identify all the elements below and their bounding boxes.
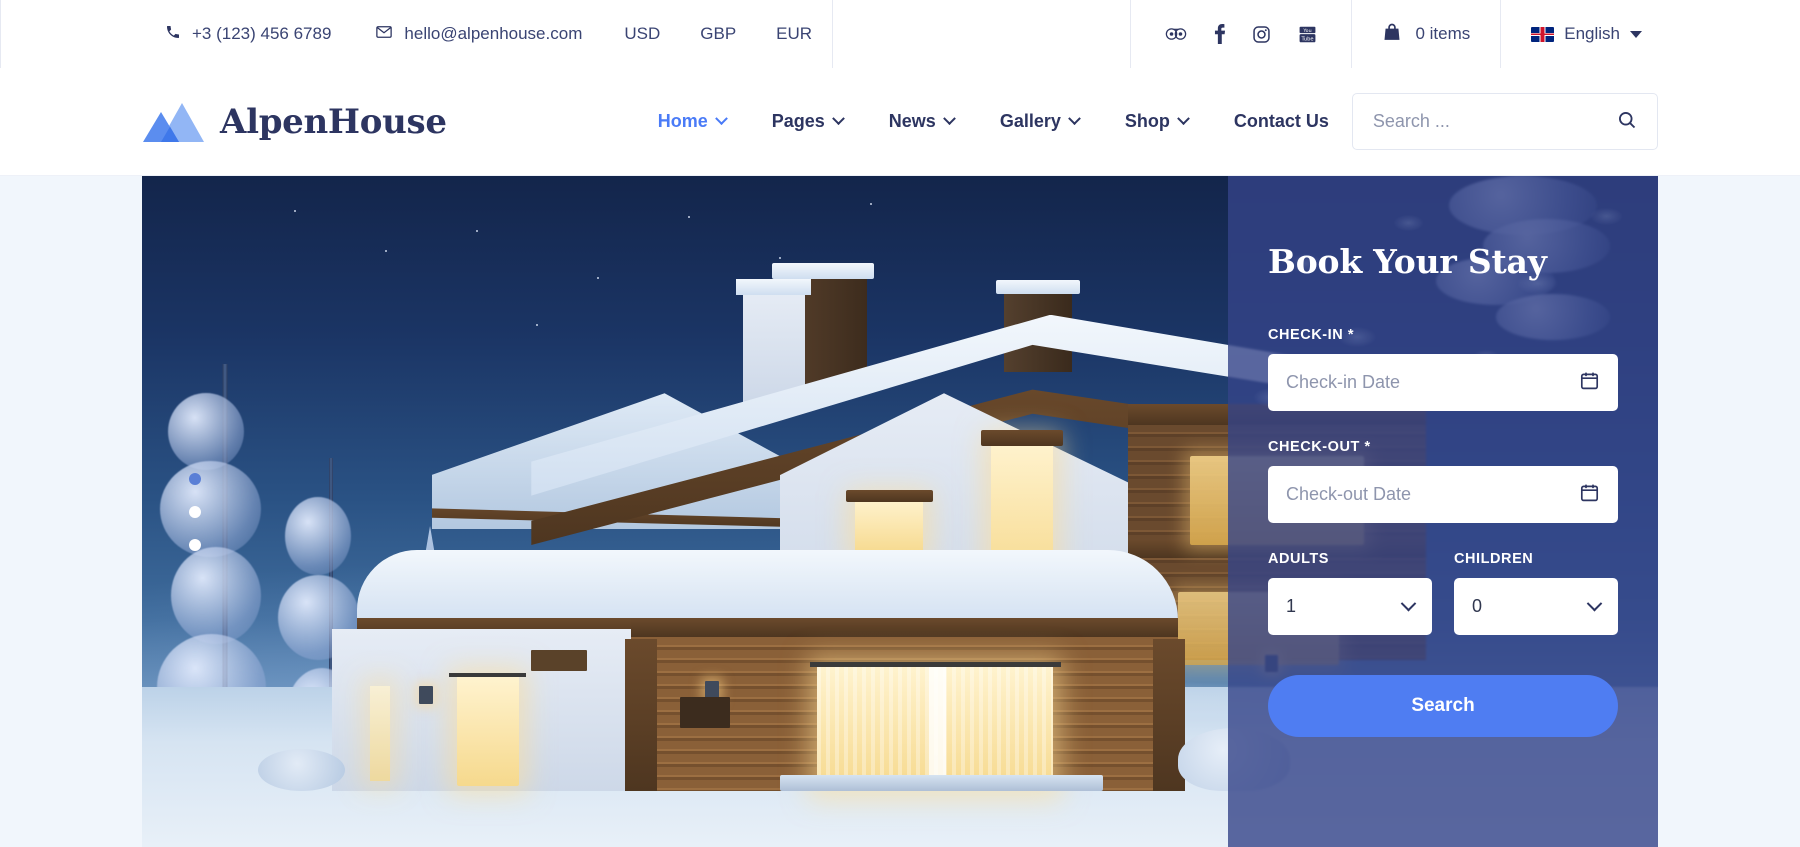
instagram-icon[interactable]: [1252, 25, 1271, 44]
search-box[interactable]: [1351, 93, 1658, 150]
checkout-date-input[interactable]: Check-out Date: [1268, 466, 1618, 523]
cart-link[interactable]: 0 items: [1352, 0, 1500, 68]
search-input[interactable]: [1372, 111, 1617, 132]
search-submit-button[interactable]: [1617, 110, 1637, 133]
site-header: AlpenHouse Home Pages News Gallery Shop …: [0, 68, 1800, 176]
topbar-left-group: +3 (123) 456 6789 hello@alpenhouse.com U…: [1, 0, 832, 68]
chevron-down-icon: [714, 112, 728, 126]
checkin-date-input[interactable]: Check-in Date: [1268, 354, 1618, 411]
phone-link[interactable]: +3 (123) 456 6789: [143, 24, 353, 45]
slider-dot-3[interactable]: [189, 538, 201, 551]
booking-search-button[interactable]: Search: [1268, 675, 1618, 737]
booking-title: Book Your Stay: [1268, 242, 1547, 281]
slider-dots: [189, 472, 201, 551]
currency-usd[interactable]: USD: [604, 24, 680, 44]
booking-panel: Book Your Stay CHECK-IN * Check-in Date …: [1228, 176, 1658, 847]
chevron-down-icon: [1400, 595, 1417, 612]
email-link[interactable]: hello@alpenhouse.com: [353, 23, 604, 46]
chevron-down-icon: [942, 112, 956, 126]
phone-icon: [165, 24, 181, 45]
topbar-right-group: You Tube 0 items English: [1131, 0, 1800, 68]
nav-item-news[interactable]: News: [866, 111, 977, 132]
nav-item-shop[interactable]: Shop: [1102, 111, 1211, 132]
slider-dot-2[interactable]: [189, 505, 201, 518]
nav-label: Home: [657, 111, 708, 131]
children-select[interactable]: 0: [1454, 578, 1618, 635]
svg-text:Tube: Tube: [1301, 36, 1314, 42]
tripadvisor-icon[interactable]: [1165, 26, 1187, 42]
shopping-bag-icon: [1382, 22, 1402, 47]
checkout-label: CHECK-OUT *: [1268, 439, 1618, 455]
currency-eur[interactable]: EUR: [756, 24, 832, 44]
chevron-down-icon: [1630, 30, 1642, 38]
logo[interactable]: AlpenHouse: [142, 101, 447, 143]
search-icon: [1617, 110, 1637, 133]
adults-value: 1: [1286, 596, 1297, 616]
chevron-down-icon: [1067, 112, 1081, 126]
uk-flag-icon: [1531, 26, 1555, 42]
nav-label: Pages: [771, 111, 825, 131]
children-field: CHILDREN 0: [1454, 551, 1618, 635]
nav-label: News: [888, 111, 936, 131]
adults-select[interactable]: 1: [1268, 578, 1432, 635]
calendar-icon[interactable]: [1579, 370, 1600, 396]
nav-item-pages[interactable]: Pages: [749, 111, 866, 132]
chevron-down-icon: [831, 112, 845, 126]
hero-slider: Book Your Stay CHECK-IN * Check-in Date …: [142, 176, 1658, 847]
mountain-logo-icon: [142, 101, 204, 143]
email-address: hello@alpenhouse.com: [404, 24, 583, 43]
guests-row: ADULTS 1 CHILDREN 0: [1268, 551, 1618, 635]
cart-count-label: 0 items: [1415, 24, 1471, 43]
main-navigation: Home Pages News Gallery Shop Contact Us: [635, 111, 1352, 132]
youtube-icon[interactable]: You Tube: [1298, 25, 1317, 44]
checkout-placeholder: Check-out Date: [1286, 484, 1412, 504]
nav-label: Shop: [1124, 111, 1170, 131]
phone-number: +3 (123) 456 6789: [192, 24, 332, 43]
nav-item-contact-us[interactable]: Contact Us: [1211, 111, 1352, 132]
hero-section: Book Your Stay CHECK-IN * Check-in Date …: [0, 176, 1800, 847]
checkin-label: CHECK-IN *: [1268, 327, 1618, 343]
svg-text:You: You: [1303, 27, 1312, 33]
checkin-required-marker: *: [1347, 327, 1354, 343]
brand-name: AlpenHouse: [220, 101, 447, 142]
social-links: You Tube: [1131, 0, 1351, 68]
children-label: CHILDREN: [1454, 551, 1534, 567]
nav-item-home[interactable]: Home: [635, 111, 749, 132]
adults-label: ADULTS: [1268, 551, 1330, 567]
checkin-label-text: CHECK-IN: [1268, 327, 1344, 343]
currency-gbp[interactable]: GBP: [680, 24, 756, 44]
nav-label: Gallery: [999, 111, 1061, 131]
envelope-icon: [375, 23, 393, 46]
children-value: 0: [1472, 596, 1483, 616]
chevron-down-icon: [1586, 595, 1603, 612]
calendar-icon[interactable]: [1579, 482, 1600, 508]
nav-item-gallery[interactable]: Gallery: [977, 111, 1102, 132]
nav-label: Contact Us: [1233, 111, 1329, 131]
checkout-required-marker: *: [1364, 439, 1371, 455]
chevron-down-icon: [1176, 112, 1190, 126]
checkout-label-text: CHECK-OUT: [1268, 439, 1360, 455]
language-label: English: [1564, 24, 1620, 43]
facebook-icon[interactable]: [1214, 24, 1226, 44]
language-selector[interactable]: English: [1501, 0, 1672, 68]
checkin-placeholder: Check-in Date: [1286, 372, 1401, 392]
top-utility-bar: +3 (123) 456 6789 hello@alpenhouse.com U…: [0, 0, 1800, 68]
adults-field: ADULTS 1: [1268, 551, 1432, 635]
slider-dot-1[interactable]: [189, 472, 201, 485]
